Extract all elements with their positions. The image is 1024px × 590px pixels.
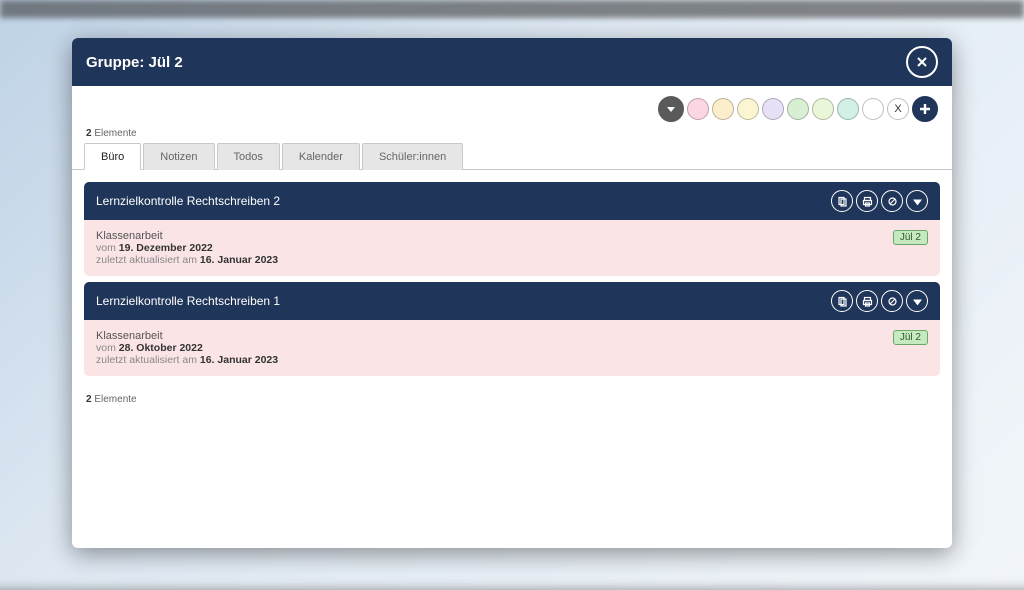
document-icon bbox=[837, 296, 848, 307]
item-title: Lernzielkontrolle Rechtschreiben 2 bbox=[96, 194, 280, 208]
modal-title: Gruppe: Jül 2 bbox=[86, 54, 183, 71]
print-button[interactable] bbox=[856, 190, 878, 212]
color-swatch[interactable] bbox=[712, 98, 734, 120]
group-modal: Gruppe: Jül 2 X bbox=[72, 38, 952, 548]
item-date: vom 19. Dezember 2022 bbox=[96, 242, 928, 254]
count-number: 2 bbox=[86, 394, 92, 405]
slash-circle-icon bbox=[887, 196, 898, 207]
color-swatch[interactable] bbox=[812, 98, 834, 120]
item-type: Klassenarbeit bbox=[96, 230, 928, 242]
item-header[interactable]: Lernzielkontrolle Rechtschreiben 2 bbox=[84, 182, 940, 220]
item-body: Klassenarbeit vom 28. Oktober 2022 zulet… bbox=[84, 320, 940, 376]
colorbar-dropdown[interactable] bbox=[658, 96, 684, 122]
tab-notizen[interactable]: Notizen bbox=[143, 143, 214, 170]
item-updated: zuletzt aktualisiert am 16. Januar 2023 bbox=[96, 354, 928, 366]
expand-button[interactable] bbox=[906, 290, 928, 312]
print-icon bbox=[862, 296, 873, 307]
item-actions bbox=[831, 290, 928, 312]
item-updated: zuletzt aktualisiert am 16. Januar 2023 bbox=[96, 254, 928, 266]
title-prefix: Gruppe: bbox=[86, 54, 149, 71]
close-icon bbox=[915, 55, 929, 69]
color-swatch[interactable] bbox=[837, 98, 859, 120]
item-header[interactable]: Lernzielkontrolle Rechtschreiben 1 bbox=[84, 282, 940, 320]
copy-button[interactable] bbox=[831, 290, 853, 312]
slash-circle-icon bbox=[887, 296, 898, 307]
tab-schueler[interactable]: Schüler:innen bbox=[362, 143, 463, 170]
item-tag[interactable]: Jül 2 bbox=[893, 230, 928, 245]
tabs: Büro Notizen Todos Kalender Schüler:inne… bbox=[72, 143, 952, 170]
tab-buero[interactable]: Büro bbox=[84, 143, 141, 170]
item-type: Klassenarbeit bbox=[96, 330, 928, 342]
item-actions bbox=[831, 190, 928, 212]
color-clear[interactable]: X bbox=[887, 98, 909, 120]
tab-todos[interactable]: Todos bbox=[217, 143, 280, 170]
chevron-down-icon bbox=[912, 196, 923, 207]
close-button[interactable] bbox=[906, 46, 938, 78]
disable-button[interactable] bbox=[881, 290, 903, 312]
color-swatch[interactable] bbox=[862, 98, 884, 120]
chevron-down-icon bbox=[666, 104, 676, 114]
add-button[interactable] bbox=[912, 96, 938, 122]
item-list: Lernzielkontrolle Rechtschreiben 2 bbox=[72, 170, 952, 394]
expand-button[interactable] bbox=[906, 190, 928, 212]
color-swatch[interactable] bbox=[787, 98, 809, 120]
count-number: 2 bbox=[86, 128, 92, 139]
color-swatch[interactable] bbox=[687, 98, 709, 120]
color-toolbar: X bbox=[72, 86, 952, 128]
tab-kalender[interactable]: Kalender bbox=[282, 143, 360, 170]
document-icon bbox=[837, 196, 848, 207]
color-swatch[interactable] bbox=[737, 98, 759, 120]
count-label: Elemente bbox=[94, 128, 136, 139]
item-tag[interactable]: Jül 2 bbox=[893, 330, 928, 345]
plus-icon bbox=[918, 102, 932, 116]
bottom-count: 2 Elemente bbox=[72, 394, 952, 405]
copy-button[interactable] bbox=[831, 190, 853, 212]
top-count: 2 Elemente bbox=[72, 128, 952, 143]
title-group: Jül 2 bbox=[149, 54, 183, 71]
disable-button[interactable] bbox=[881, 190, 903, 212]
color-swatch[interactable] bbox=[762, 98, 784, 120]
chevron-down-icon bbox=[912, 296, 923, 307]
count-label: Elemente bbox=[94, 394, 136, 405]
topbar-blur bbox=[0, 0, 1024, 18]
modal-header: Gruppe: Jül 2 bbox=[72, 38, 952, 86]
item-date: vom 28. Oktober 2022 bbox=[96, 342, 928, 354]
print-button[interactable] bbox=[856, 290, 878, 312]
item-title: Lernzielkontrolle Rechtschreiben 1 bbox=[96, 294, 280, 308]
item-body: Klassenarbeit vom 19. Dezember 2022 zule… bbox=[84, 220, 940, 276]
print-icon bbox=[862, 196, 873, 207]
